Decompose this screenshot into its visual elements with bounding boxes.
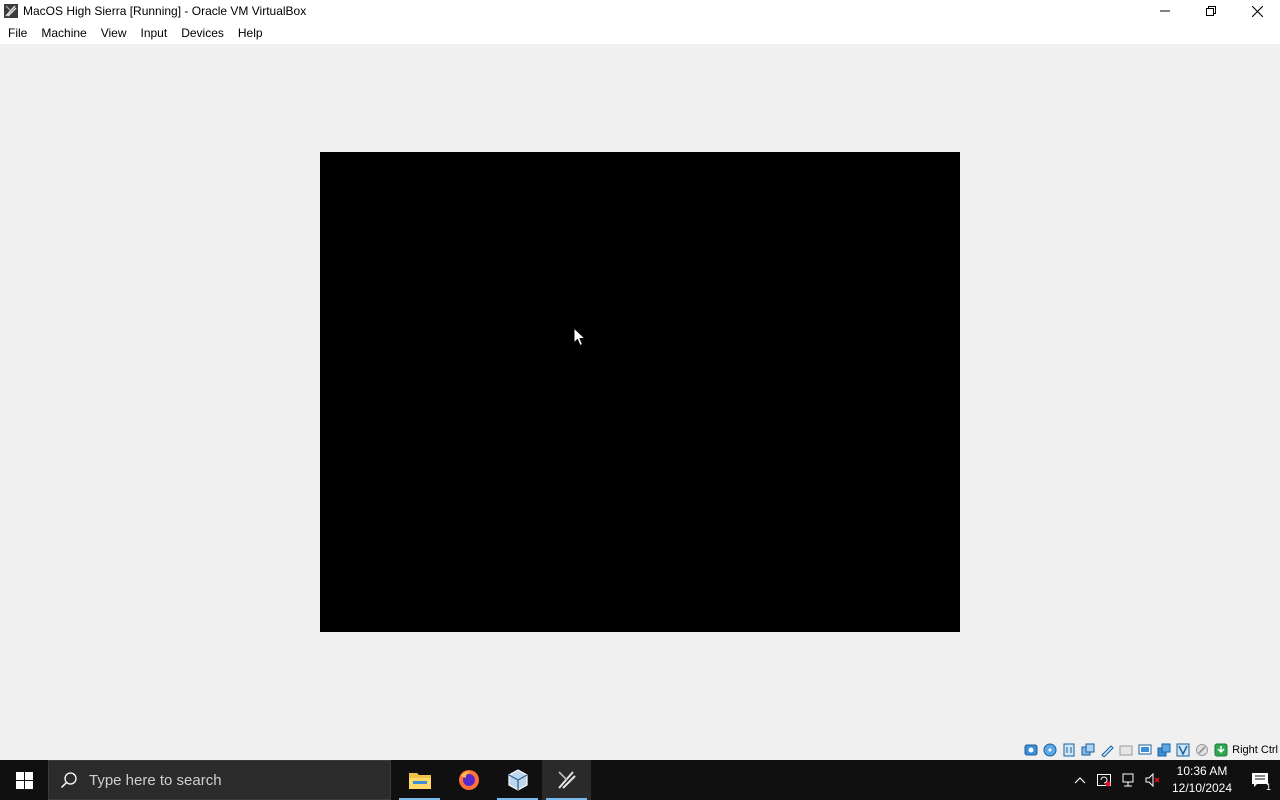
mouse-integration-icon[interactable] xyxy=(1194,742,1210,758)
taskbar: Type here to search 10:36 AM 12/10/2024 … xyxy=(0,760,1280,800)
restore-icon xyxy=(1206,6,1216,16)
system-tray: 10:36 AM 12/10/2024 1 xyxy=(1068,760,1280,800)
virtualization-icon[interactable] xyxy=(1175,742,1191,758)
windows-icon xyxy=(15,771,33,789)
search-placeholder: Type here to search xyxy=(89,771,222,789)
optical-drive-icon[interactable] xyxy=(1042,742,1058,758)
window-title: MacOS High Sierra [Running] - Oracle VM … xyxy=(23,4,307,18)
taskbar-clock[interactable]: 10:36 AM 12/10/2024 xyxy=(1168,763,1236,797)
clock-time: 10:36 AM xyxy=(1176,764,1228,778)
video-capture-icon[interactable] xyxy=(1156,742,1172,758)
restore-button[interactable] xyxy=(1188,0,1234,22)
minimize-button[interactable] xyxy=(1142,0,1188,22)
clock-date: 12/10/2024 xyxy=(1171,781,1233,795)
host-key-label: Right Ctrl xyxy=(1232,744,1278,756)
volume-tray-button[interactable] xyxy=(1140,760,1164,800)
virtualbox-manager-icon xyxy=(507,769,528,791)
close-button[interactable] xyxy=(1234,0,1280,22)
status-bar: Right Ctrl xyxy=(0,740,1280,760)
virtualbox-vm-icon xyxy=(557,771,576,789)
tray-app-icon[interactable] xyxy=(1092,760,1116,800)
menu-devices[interactable]: Devices xyxy=(174,22,231,44)
vm-screen[interactable] xyxy=(320,152,960,632)
taskbar-firefox[interactable] xyxy=(444,760,493,800)
start-button[interactable] xyxy=(0,760,48,800)
chevron-up-icon xyxy=(1074,777,1086,784)
vm-display-area xyxy=(0,44,1280,740)
shared-folders-icon[interactable] xyxy=(1118,742,1134,758)
audio-icon[interactable] xyxy=(1061,742,1077,758)
file-explorer-icon xyxy=(408,773,431,789)
window-controls xyxy=(1142,0,1280,22)
firefox-icon xyxy=(458,770,479,790)
mouse-pointer-icon xyxy=(573,327,587,347)
display-icon[interactable] xyxy=(1137,742,1153,758)
menu-help[interactable]: Help xyxy=(231,22,270,44)
title-bar[interactable]: MacOS High Sierra [Running] - Oracle VM … xyxy=(0,0,1280,22)
close-icon xyxy=(1251,5,1263,17)
hard-disk-icon[interactable] xyxy=(1023,742,1039,758)
menu-input[interactable]: Input xyxy=(134,22,175,44)
menu-machine[interactable]: Machine xyxy=(34,22,93,44)
taskbar-virtualbox-manager[interactable] xyxy=(493,760,542,800)
show-hidden-icons-button[interactable] xyxy=(1068,760,1092,800)
taskbar-search-box[interactable]: Type here to search xyxy=(48,760,391,800)
taskbar-file-explorer[interactable] xyxy=(395,760,444,800)
search-icon xyxy=(49,760,89,800)
action-center-button[interactable]: 1 xyxy=(1240,760,1280,800)
speaker-muted-icon xyxy=(1145,772,1160,788)
usb-icon[interactable] xyxy=(1099,742,1115,758)
menu-bar: File Machine View Input Devices Help xyxy=(0,22,1280,44)
taskbar-virtualbox-vm[interactable] xyxy=(542,760,591,800)
minimize-icon xyxy=(1160,10,1170,12)
ethernet-icon xyxy=(1122,773,1134,787)
network-icon[interactable] xyxy=(1080,742,1096,758)
virtualbox-vm-icon xyxy=(3,3,19,19)
menu-file[interactable]: File xyxy=(1,22,34,44)
notification-count: 1 xyxy=(1265,782,1271,792)
menu-view[interactable]: View xyxy=(94,22,134,44)
keyboard-capture-icon[interactable] xyxy=(1213,742,1229,758)
network-tray-button[interactable] xyxy=(1116,760,1140,800)
settings-sync-icon xyxy=(1097,774,1111,787)
